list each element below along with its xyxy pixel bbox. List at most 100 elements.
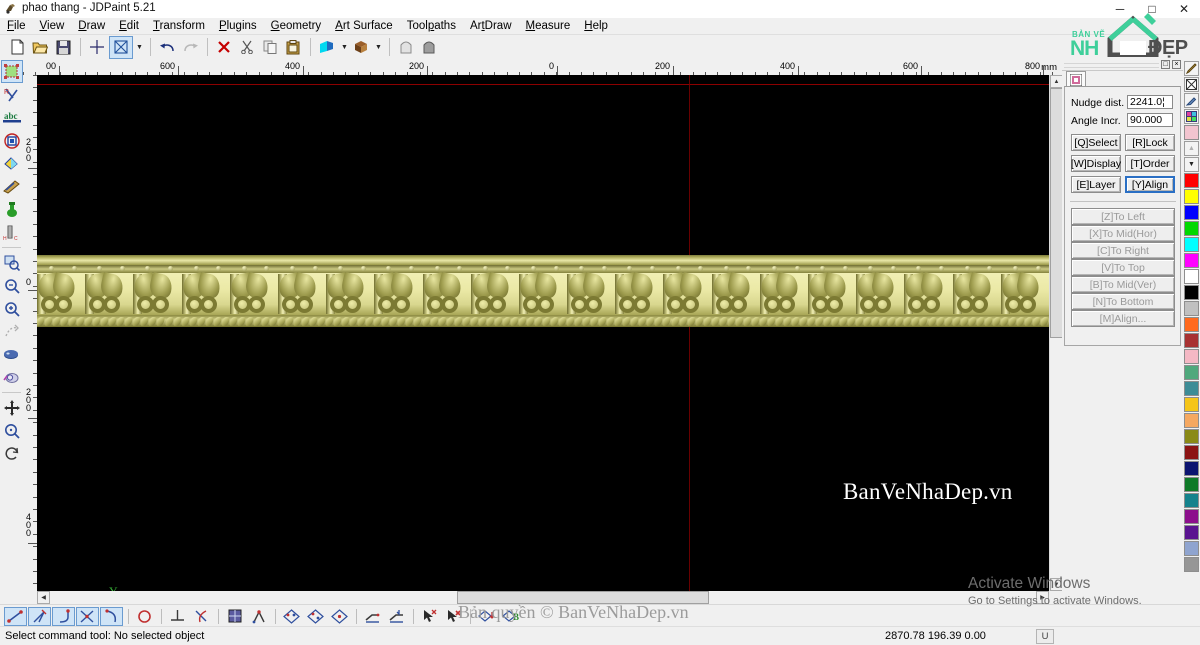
color-swatch[interactable] — [1184, 349, 1199, 364]
align-node-2-icon[interactable] — [304, 607, 327, 626]
align-to-right-button[interactable]: [C]To Right — [1071, 242, 1175, 259]
select-box-icon[interactable] — [109, 35, 133, 59]
line-snap-icon[interactable] — [4, 606, 27, 626]
color-swatch[interactable] — [1184, 237, 1199, 252]
save-file-icon[interactable] — [52, 37, 74, 58]
no-color-icon[interactable] — [1184, 77, 1199, 92]
render-icon[interactable] — [316, 37, 338, 58]
current-color-swatch[interactable] — [1184, 125, 1199, 140]
surface-icon[interactable] — [1, 343, 23, 366]
color-swatch[interactable] — [1184, 429, 1199, 444]
scroll-left-button[interactable]: ◀ — [37, 591, 50, 604]
measure-tool-icon[interactable]: HC — [1, 221, 23, 244]
align-to-mid-hor-button[interactable]: [X]To Mid(Hor) — [1071, 225, 1175, 242]
mode-button-display[interactable]: [W]Display — [1071, 155, 1121, 172]
color-swatch[interactable] — [1184, 205, 1199, 220]
menu-artdraw[interactable]: ArtDraw — [463, 18, 519, 34]
flatten-1-icon[interactable] — [361, 607, 384, 626]
color-swatch[interactable] — [1184, 189, 1199, 204]
palette-scroll-up-icon[interactable]: ▲ — [1184, 141, 1199, 156]
curve-snap-icon[interactable] — [100, 606, 123, 626]
status-mode-indicator[interactable]: U — [1036, 629, 1054, 644]
pen-icon[interactable] — [1184, 61, 1199, 76]
menu-view[interactable]: View — [33, 18, 72, 34]
shade-dark-icon[interactable] — [418, 37, 440, 58]
knife-tool-icon[interactable] — [1, 175, 23, 198]
color-swatch[interactable] — [1184, 445, 1199, 460]
color-swatch[interactable] — [1184, 317, 1199, 332]
menu-plugins[interactable]: Plugins — [212, 18, 264, 34]
spray-tool-icon[interactable] — [1, 198, 23, 221]
node-edit-icon[interactable]: R — [1, 83, 23, 106]
grid-snap-icon[interactable] — [223, 607, 246, 626]
zoom-out-icon[interactable] — [1, 274, 23, 297]
angle-increment-field[interactable]: 90.000 — [1127, 113, 1173, 127]
horizontal-ruler[interactable]: mm 00 600 400 200 0 200 400 600 800 — [23, 60, 1060, 76]
open-file-icon[interactable] — [29, 37, 51, 58]
mode-button-layer[interactable]: [E]Layer — [1071, 176, 1121, 193]
new-file-icon[interactable] — [6, 37, 28, 58]
color-swatch[interactable] — [1184, 301, 1199, 316]
render-dropdown-arrow-icon[interactable]: ▼ — [339, 37, 350, 58]
color-swatch[interactable] — [1184, 509, 1199, 524]
color-swatch[interactable] — [1184, 461, 1199, 476]
cut-icon[interactable] — [236, 37, 258, 58]
mode-button-order[interactable]: [T]Order — [1125, 155, 1175, 172]
mode-button-lock[interactable]: [R]Lock — [1125, 134, 1175, 151]
select-tool-icon[interactable] — [0, 60, 23, 83]
endpoint-snap-icon[interactable] — [28, 606, 51, 626]
shade-light-icon[interactable] — [395, 37, 417, 58]
menu-geometry[interactable]: Geometry — [264, 18, 329, 34]
color-swatch[interactable] — [1184, 557, 1199, 572]
panel-restore-button[interactable]: □ — [1161, 60, 1170, 69]
menu-help[interactable]: Help — [577, 18, 615, 34]
vertical-scrollbar[interactable]: ▲ ▼ — [1049, 75, 1063, 591]
color-swatch[interactable] — [1184, 173, 1199, 188]
node-snap-icon[interactable] — [247, 607, 270, 626]
menu-toolpaths[interactable]: Toolpaths — [400, 18, 463, 34]
color-swatch[interactable] — [1184, 365, 1199, 380]
texture-icon[interactable] — [1, 366, 23, 389]
align-to-bottom-button[interactable]: [N]To Bottom — [1071, 293, 1175, 310]
align-to-left-button[interactable]: [Z]To Left — [1071, 208, 1175, 225]
midpoint-snap-icon[interactable] — [52, 606, 75, 626]
transform-icon[interactable] — [1, 320, 23, 343]
acanthus-molding-artwork[interactable] — [37, 255, 1049, 327]
align-dialog-button[interactable]: [M]Align... — [1071, 310, 1175, 327]
undo-icon[interactable] — [156, 37, 178, 58]
align-node-3-icon[interactable] — [328, 607, 351, 626]
menu-file[interactable]: File — [0, 18, 33, 34]
vertical-ruler[interactable]: 200 0 200 400 — [23, 75, 38, 591]
3d-dropdown-arrow-icon[interactable]: ▼ — [373, 37, 384, 58]
refresh-icon[interactable] — [1, 442, 23, 465]
paste-icon[interactable] — [282, 37, 304, 58]
panel-close-button[interactable]: × — [1172, 60, 1181, 69]
color-picker-icon[interactable] — [1184, 109, 1199, 124]
shape-tool-icon[interactable] — [1, 129, 23, 152]
zoom-window-icon[interactable] — [1, 251, 23, 274]
select-dropdown-arrow-icon[interactable]: ▼ — [134, 37, 145, 58]
3d-view-icon[interactable] — [350, 37, 372, 58]
align-node-1-icon[interactable] — [280, 607, 303, 626]
palette-scroll-down-icon[interactable]: ▼ — [1184, 157, 1199, 172]
color-swatch[interactable] — [1184, 525, 1199, 540]
fill-tool-icon[interactable] — [1, 152, 23, 175]
mode-button-align[interactable]: [Y]Align — [1125, 176, 1175, 193]
align-to-top-button[interactable]: [V]To Top — [1071, 259, 1175, 276]
nudge-distance-field[interactable]: 2241.0¦ — [1127, 95, 1173, 109]
flatten-2-icon[interactable] — [385, 607, 408, 626]
color-swatch[interactable] — [1184, 285, 1199, 300]
color-swatch[interactable] — [1184, 381, 1199, 396]
pick-point-icon[interactable] — [418, 607, 441, 626]
color-swatch[interactable] — [1184, 269, 1199, 284]
menu-art-surface[interactable]: Art Surface — [328, 18, 400, 34]
center-snap-icon[interactable] — [133, 607, 156, 626]
crosshair-icon[interactable] — [86, 37, 108, 58]
mode-button-select[interactable]: [Q]Select — [1071, 134, 1121, 151]
copy-icon[interactable] — [259, 37, 281, 58]
delete-icon[interactable] — [213, 37, 235, 58]
eyedropper-icon[interactable] — [1184, 93, 1199, 108]
menu-measure[interactable]: Measure — [519, 18, 578, 34]
color-swatch[interactable] — [1184, 541, 1199, 556]
color-swatch[interactable] — [1184, 413, 1199, 428]
